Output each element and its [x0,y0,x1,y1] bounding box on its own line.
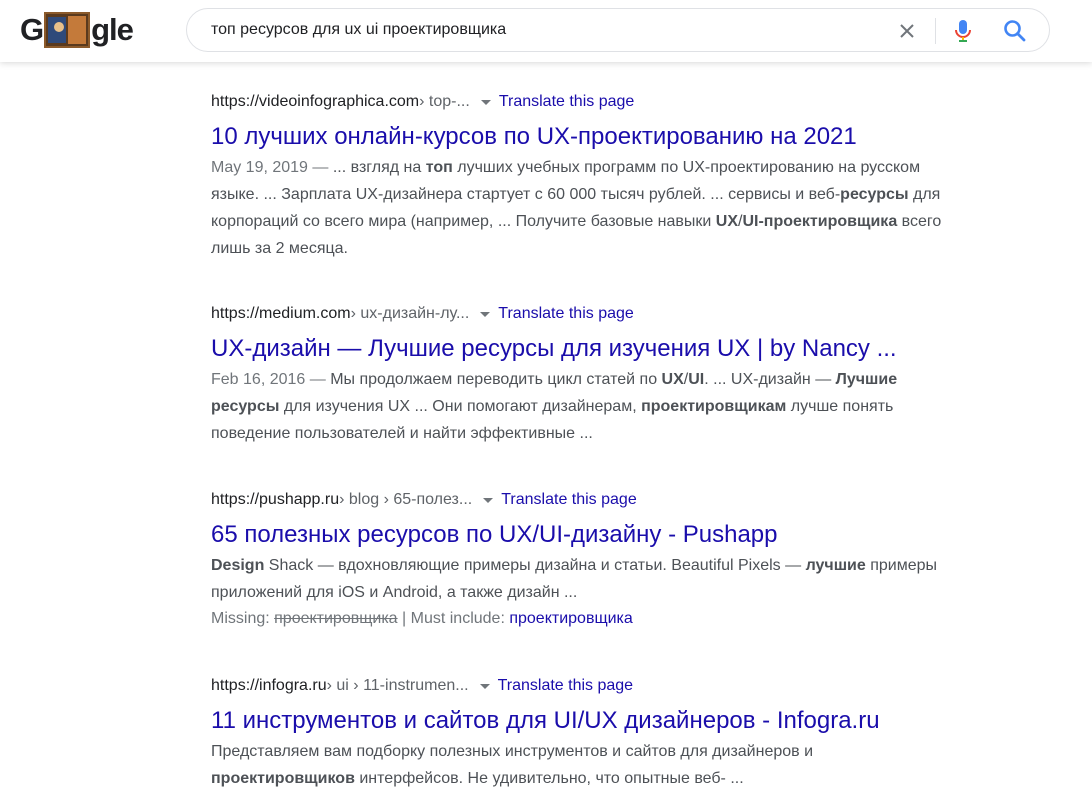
result-path: › ux-дизайн-лу... [350,305,470,322]
result-title-link[interactable]: 65 полезных ресурсов по UX/UI-дизайну - … [211,520,951,550]
result-cite[interactable]: https://videoinfographica.com › top-... … [211,90,951,114]
header-bar: G gle [0,0,1092,62]
search-result: https://pushapp.ru › blog › 65-полез... … [211,488,951,632]
result-date: Feb 16, 2016 — [211,371,331,388]
translate-link[interactable]: Translate this page [498,674,633,698]
result-title-link[interactable]: 10 лучших онлайн-курсов по UX-проектиров… [211,122,951,152]
result-path: › ui › 11-instrumen... [326,677,469,694]
result-snippet: May 19, 2019 — ... взгляд на топ лучших … [211,154,951,262]
microphone-icon[interactable] [951,18,975,44]
snippet-text: Shack — вдохновляющие примеры дизайна и … [264,557,806,574]
snippet-text: Представляем вам подборку полезных инстр… [211,743,814,760]
snippet-highlight: UI [688,371,705,388]
snippet-text: Мы продолжаем переводить цикл статей по [330,371,662,388]
result-domain: https://infogra.ru [211,677,327,694]
search-box[interactable] [186,8,1050,52]
must-include-link[interactable]: проектировщика [509,610,632,627]
search-result: https://medium.com › ux-дизайн-лу... Tra… [211,302,951,447]
search-icon[interactable] [1002,18,1028,44]
chevron-down-icon[interactable] [480,99,491,105]
must-include-label: | Must include: [397,610,510,627]
snippet-highlight: ресурсы [840,186,909,203]
result-domain: https://videoinfographica.com [211,93,420,110]
result-cite[interactable]: https://medium.com › ux-дизайн-лу... Tra… [211,302,951,326]
snippet-highlight: проектировщиков [211,770,355,787]
close-icon[interactable] [895,19,919,43]
result-snippet: Feb 16, 2016 — Мы продолжаем переводить … [211,366,951,447]
chevron-down-icon[interactable] [479,683,490,689]
missing-label: Missing: [211,610,275,627]
snippet-text: для изучения UX ... Они помогают дизайне… [279,398,642,415]
result-title-link[interactable]: UX-дизайн — Лучшие ресурсы для изучения … [211,334,951,364]
snippet-highlight: UI-проектировщика [742,213,898,230]
translate-link[interactable]: Translate this page [499,90,634,114]
logo-letter-g: G [20,12,44,47]
result-domain: https://pushapp.ru [211,491,340,508]
result-path: › blog › 65-полез... [339,491,473,508]
snippet-highlight: топ [425,159,453,176]
divider [935,18,936,44]
search-result: https://infogra.ru › ui › 11-instrumen..… [211,674,951,792]
translate-link[interactable]: Translate this page [498,302,633,326]
snippet-highlight: UX [715,213,739,230]
translate-link[interactable]: Translate this page [501,488,636,512]
snippet-highlight: UX [661,371,684,388]
doodle-image [44,12,91,48]
chevron-down-icon[interactable] [480,311,491,317]
result-path: › top-... [419,93,470,110]
snippet-highlight: проектировщикам [641,398,787,415]
search-input[interactable] [211,9,891,51]
snippet-text: . ... UX-дизайн — [704,371,836,388]
google-doodle-logo[interactable]: G gle [20,10,138,50]
result-date: May 19, 2019 — [211,159,333,176]
missing-struck-term: проектировщика [274,610,398,627]
result-cite[interactable]: https://pushapp.ru › blog › 65-полез... … [211,488,951,512]
result-title-link[interactable]: 11 инструментов и сайтов для UI/UX дизай… [211,706,951,736]
snippet-text: ... взгляд на [332,159,426,176]
result-snippet: Design Shack — вдохновляющие примеры диз… [211,552,951,606]
snippet-highlight: лучшие [805,557,866,574]
result-cite[interactable]: https://infogra.ru › ui › 11-instrumen..… [211,674,951,698]
result-snippet: Представляем вам подборку полезных инстр… [211,738,951,792]
snippet-text: интерфейсов. Не удивительно, что опытные… [354,770,744,787]
missing-terms: Missing: проектировщика | Must include: … [211,606,951,632]
chevron-down-icon[interactable] [483,497,494,503]
search-result: https://videoinfographica.com › top-... … [211,90,951,262]
snippet-highlight: Design [211,557,265,574]
logo-letters-gle: gle [91,12,134,47]
result-domain: https://medium.com [211,305,351,322]
